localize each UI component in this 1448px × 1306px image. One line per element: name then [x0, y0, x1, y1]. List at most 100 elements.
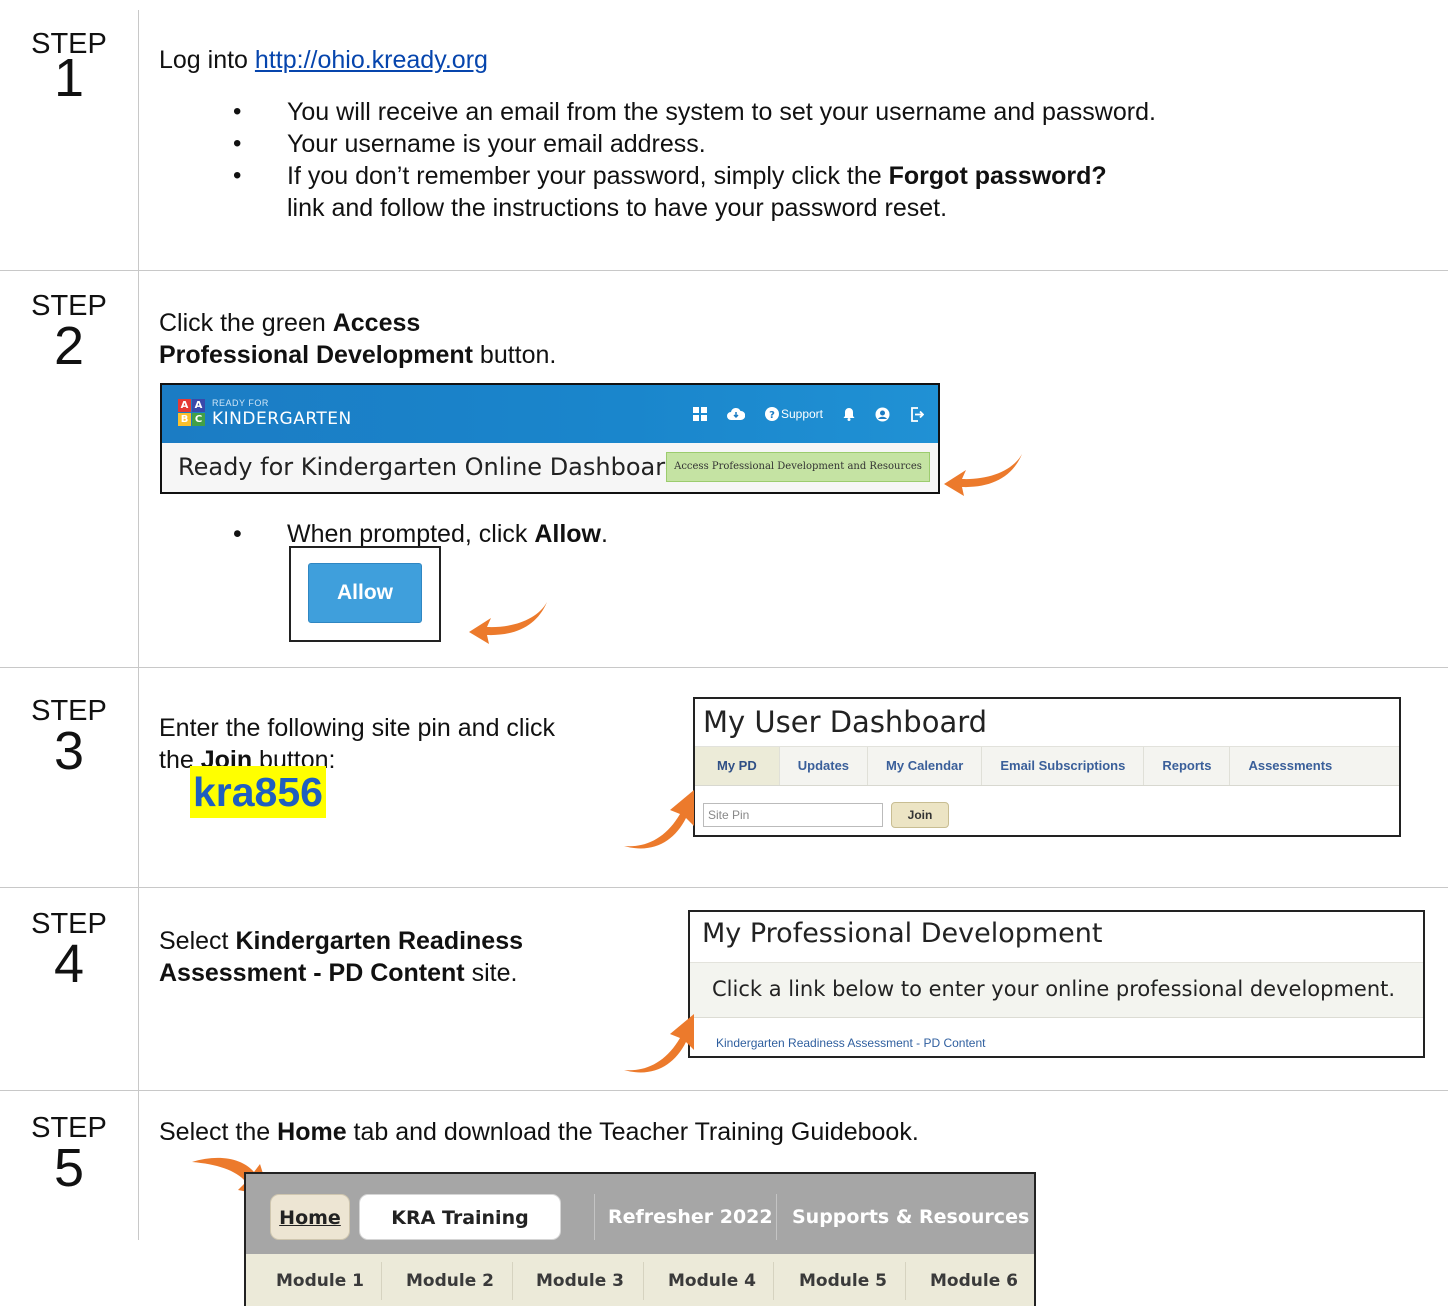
logo-block: A: [192, 399, 205, 412]
logout-icon[interactable]: [910, 406, 924, 422]
text: button.: [472, 341, 557, 369]
step1-instruction: Log into http://ohio.kready.org: [159, 44, 488, 76]
row-divider: [0, 270, 1448, 271]
user-icon[interactable]: [875, 407, 890, 422]
step4-instruction: Select Kindergarten Readiness Assessment…: [159, 925, 523, 989]
kready-link[interactable]: http://ohio.kready.org: [255, 46, 488, 74]
tab-divider: [643, 1262, 644, 1300]
allow-screenshot: Allow: [289, 546, 441, 642]
tab-divider: [594, 1194, 595, 1240]
step-number: 1: [53, 48, 85, 108]
tab-updates[interactable]: Updates: [780, 747, 869, 785]
pointer-arrow-icon: [624, 1014, 694, 1073]
rfk-dashboard-screenshot: A A B C READY FOR KINDERGARTEN ? Support…: [160, 383, 940, 494]
bold-text: Home: [277, 1118, 347, 1146]
text: site.: [464, 959, 518, 987]
row-divider: [0, 1090, 1448, 1091]
support-link[interactable]: ? Support: [764, 407, 823, 421]
tab-divider: [773, 1262, 774, 1300]
row-divider: [0, 667, 1448, 668]
step-column-divider: [138, 10, 139, 1240]
bullet-text: If you don’t remember your password, sim…: [287, 162, 889, 190]
bold-text: Kindergarten Readiness: [235, 927, 524, 955]
rfk-header: A A B C READY FOR KINDERGARTEN ? Support: [162, 385, 938, 443]
cloud-download-icon[interactable]: [726, 407, 745, 421]
list-item: Your username is your email address.: [233, 128, 1393, 160]
svg-text:?: ?: [769, 410, 775, 421]
tab-divider: [381, 1262, 382, 1300]
tab-divider: [512, 1262, 513, 1300]
text: Select the: [159, 1118, 278, 1146]
tab-email-subscriptions[interactable]: Email Subscriptions: [982, 747, 1145, 785]
tab-home[interactable]: Home: [270, 1194, 350, 1240]
text: Click the green: [159, 309, 333, 337]
bold-text: Assessment - PD Content: [159, 959, 465, 987]
pointer-arrow-icon: [469, 602, 547, 644]
tab-supports-resources[interactable]: Supports & Resources: [792, 1194, 1029, 1240]
bold-text: Access: [332, 309, 421, 337]
help-icon: ?: [764, 407, 779, 421]
bell-icon[interactable]: [843, 407, 855, 421]
text: tab and download the Teacher Training Gu…: [346, 1118, 919, 1146]
rfk-logo: A A B C: [178, 399, 206, 427]
tab-module-5[interactable]: Module 5: [799, 1254, 887, 1306]
step-number: 2: [53, 316, 85, 376]
tab-module-4[interactable]: Module 4: [668, 1254, 756, 1306]
tab-module-3[interactable]: Module 3: [536, 1254, 624, 1306]
dashboard-icon[interactable]: [692, 407, 707, 421]
module-tab-bar: Module 1 Module 2 Module 3 Module 4 Modu…: [246, 1254, 1034, 1306]
tab-kra-training-modules[interactable]: KRA Training Modules: [359, 1194, 561, 1275]
site-pin-code: kra856: [190, 766, 326, 818]
text: When prompted, click: [287, 520, 535, 548]
bullet: •: [233, 520, 242, 548]
logo-block: C: [192, 413, 205, 426]
logo-ready-for: READY FOR: [212, 398, 269, 408]
step1-prefix: Log into: [159, 46, 255, 74]
tab-module-2[interactable]: Module 2: [406, 1254, 494, 1306]
dashboard-title: Ready for Kindergarten Online Dashboard: [178, 453, 680, 481]
bold-text: Allow: [534, 520, 601, 548]
join-button[interactable]: Join: [891, 802, 949, 828]
rfk-title-bar: Ready for Kindergarten Online Dashboard …: [162, 443, 938, 492]
logo-kindergarten: KINDERGARTEN: [212, 409, 352, 429]
tab-refresher-2022[interactable]: Refresher 2022: [608, 1194, 773, 1240]
dashboard-tabs: My PD Updates My Calendar Email Subscrip…: [695, 746, 1399, 786]
home-tabs-screenshot: Home KRA Training Modules Refresher 2022…: [244, 1172, 1036, 1306]
panel-instruction: Click a link below to enter your online …: [712, 977, 1396, 1001]
row-divider: [0, 887, 1448, 888]
kra-pd-content-link[interactable]: Kindergarten Readiness Assessment - PD C…: [716, 1036, 985, 1050]
tab-my-pd[interactable]: My PD: [695, 747, 780, 785]
panel-title: My Professional Development: [702, 918, 1103, 949]
instruction-band: Click a link below to enter your online …: [690, 962, 1423, 1018]
tab-module-1[interactable]: Module 1: [276, 1254, 364, 1306]
step-number: 4: [53, 934, 85, 994]
text: Enter the following site pin and click: [159, 714, 556, 742]
site-pin-input[interactable]: Site Pin: [703, 803, 883, 827]
my-user-dashboard-screenshot: My User Dashboard My PD Updates My Calen…: [693, 697, 1401, 837]
pointer-arrow-icon: [624, 790, 694, 849]
tab-assessments[interactable]: Assessments: [1230, 747, 1350, 785]
step-number: 3: [53, 721, 85, 781]
step-number: 5: [53, 1138, 85, 1198]
allow-button[interactable]: Allow: [308, 563, 422, 623]
tab-module-6[interactable]: Module 6: [930, 1254, 1018, 1306]
tab-reports[interactable]: Reports: [1144, 747, 1231, 785]
bold-text: Professional Development: [159, 341, 473, 369]
step1-bullet-list: You will receive an email from the syste…: [233, 96, 1393, 224]
rfk-header-icons: ? Support: [692, 402, 924, 426]
support-label: Support: [780, 407, 823, 421]
site-tab-bar: Home KRA Training Modules Refresher 2022…: [246, 1174, 1034, 1275]
dashboard-title: My User Dashboard: [703, 705, 988, 739]
tab-divider: [776, 1194, 777, 1240]
text: .: [601, 520, 608, 548]
bullet-text: link and follow the instructions to have…: [287, 194, 948, 222]
step2-instruction: Click the green Access Professional Deve…: [159, 307, 556, 371]
tab-my-calendar[interactable]: My Calendar: [868, 747, 983, 785]
step5-instruction: Select the Home tab and download the Tea…: [159, 1116, 919, 1148]
list-item: If you don’t remember your password, sim…: [233, 160, 1393, 224]
logo-block: A: [178, 399, 191, 412]
text: Select: [159, 927, 236, 955]
list-item: You will receive an email from the syste…: [233, 96, 1393, 128]
pointer-arrow-icon: [944, 454, 1022, 496]
access-pd-button[interactable]: Access Professional Development and Reso…: [666, 452, 930, 482]
